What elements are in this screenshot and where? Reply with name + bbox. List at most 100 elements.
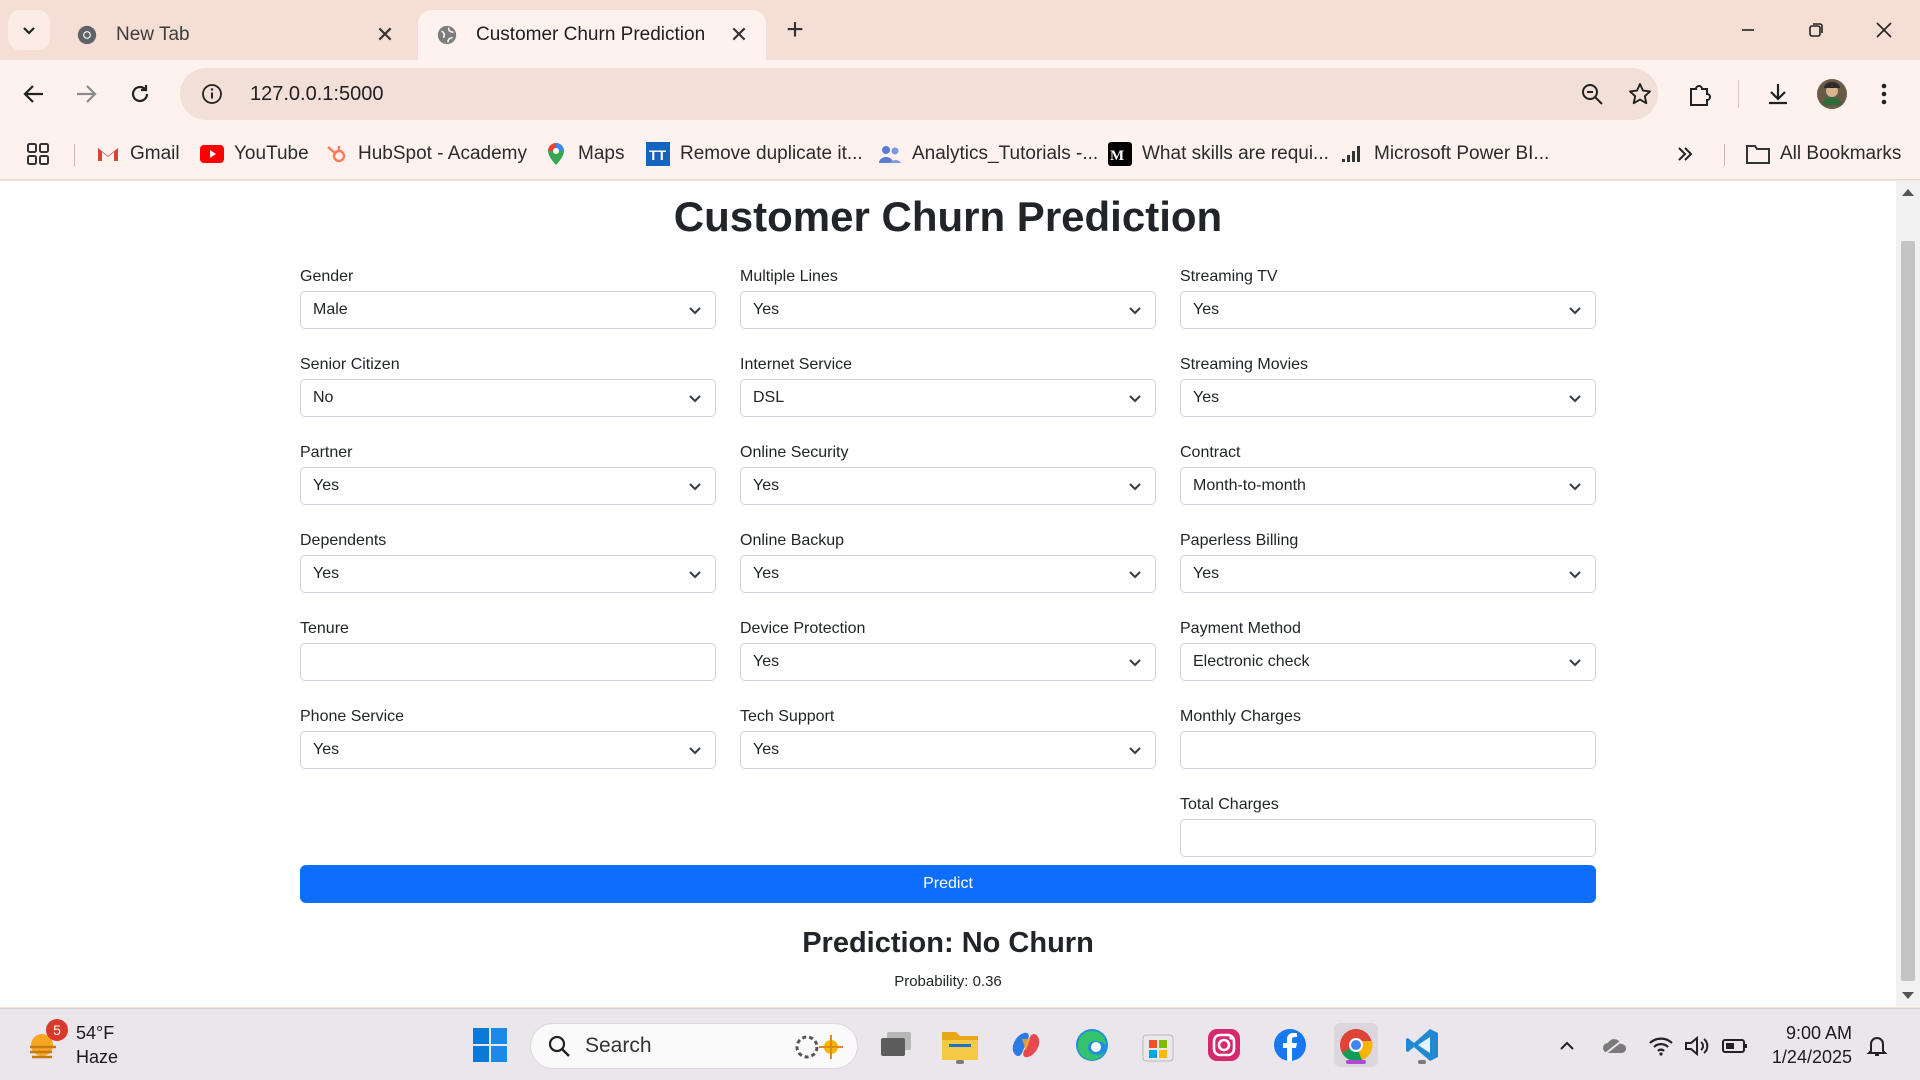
field-online-security: Online Security Yes [740, 443, 1156, 529]
start-button[interactable] [468, 1023, 512, 1067]
close-tab-icon[interactable]: ✕ [726, 22, 752, 48]
form-column-3: Streaming TV Yes Streaming Movies Yes Co… [1180, 265, 1596, 881]
vscode-button[interactable] [1400, 1023, 1444, 1067]
select-value: Yes [753, 477, 780, 494]
address-bar[interactable]: 127.0.0.1:5000 [180, 68, 1658, 120]
senior-citizen-select[interactable]: No [300, 379, 716, 417]
svg-text:M: M [1110, 148, 1124, 164]
show-hidden-icons-button[interactable] [1554, 1033, 1580, 1059]
bookmark-what-skills[interactable]: M What skills are requi... [1108, 138, 1329, 170]
taskbar-search[interactable]: Search [530, 1023, 858, 1069]
forward-button[interactable] [66, 74, 106, 114]
total-charges-input[interactable] [1180, 819, 1596, 857]
bookmark-power-bi[interactable]: Microsoft Power BI... [1340, 138, 1549, 170]
chevron-down-icon [1129, 395, 1141, 403]
form-column-1: Gender Male Senior Citizen No Partner Ye… [300, 265, 716, 881]
system-clock[interactable]: 9:00 AM 1/24/2025 [1766, 1021, 1852, 1069]
all-bookmarks-button[interactable]: All Bookmarks [1746, 138, 1901, 170]
weather-desc: Haze [76, 1047, 119, 1067]
field-label: Streaming TV [1180, 268, 1278, 285]
more-bookmarks-button[interactable] [1676, 138, 1694, 170]
bookmark-maps[interactable]: Maps [544, 138, 624, 170]
gender-select[interactable]: Male [300, 291, 716, 329]
streaming-movies-select[interactable]: Yes [1180, 379, 1596, 417]
downloads-button[interactable] [1758, 74, 1798, 114]
browser-toolbar: 127.0.0.1:5000 [0, 60, 1920, 128]
payment-method-select[interactable]: Electronic check [1180, 643, 1596, 681]
zoom-icon[interactable] [1572, 74, 1612, 114]
device-protection-select[interactable]: Yes [740, 643, 1156, 681]
bookmark-label: Remove duplicate it... [680, 143, 863, 164]
site-info-icon[interactable] [192, 74, 232, 114]
bookmark-divider [1724, 144, 1725, 166]
tab-search-button[interactable] [8, 10, 50, 50]
close-window-button[interactable] [1862, 12, 1906, 48]
profile-avatar[interactable] [1812, 74, 1852, 114]
bookmark-youtube[interactable]: YouTube [200, 138, 309, 170]
streaming-tv-select[interactable]: Yes [1180, 291, 1596, 329]
task-view-button[interactable] [874, 1023, 918, 1067]
phone-service-select[interactable]: Yes [300, 731, 716, 769]
internet-service-select[interactable]: DSL [740, 379, 1156, 417]
bookmark-analytics-tutorials[interactable]: Analytics_Tutorials -... [878, 138, 1098, 170]
reload-button[interactable] [120, 74, 160, 114]
tab-customer-churn[interactable]: Customer Churn Prediction ✕ [418, 10, 766, 60]
tab-new-tab[interactable]: New Tab ✕ [58, 10, 412, 60]
bookmark-star-icon[interactable] [1620, 74, 1660, 114]
select-value: Yes [313, 565, 340, 582]
weather-widget[interactable]: 5 54°F Haze [26, 1019, 119, 1069]
tech-support-select[interactable]: Yes [740, 731, 1156, 769]
edge-button[interactable] [1070, 1023, 1114, 1067]
volume-icon[interactable] [1684, 1033, 1710, 1059]
bookmark-label: Microsoft Power BI... [1374, 143, 1550, 164]
contract-select[interactable]: Month-to-month [1180, 467, 1596, 505]
partner-select[interactable]: Yes [300, 467, 716, 505]
bookmark-remove-duplicate[interactable]: TT Remove duplicate it... [646, 138, 863, 170]
scroll-down-arrow-icon[interactable] [1902, 992, 1914, 999]
wifi-icon[interactable] [1648, 1033, 1674, 1059]
online-security-select[interactable]: Yes [740, 467, 1156, 505]
scrollbar-thumb[interactable] [1901, 241, 1915, 981]
maps-icon [544, 142, 568, 166]
battery-icon[interactable] [1722, 1033, 1748, 1059]
store-button[interactable] [1136, 1023, 1180, 1067]
chevron-down-icon [23, 27, 35, 35]
predict-button[interactable]: Predict [300, 865, 1596, 903]
multiple-lines-select[interactable]: Yes [740, 291, 1156, 329]
copilot-button[interactable] [1004, 1023, 1048, 1067]
chrome-button[interactable] [1334, 1023, 1378, 1067]
bookmark-hubspot[interactable]: HubSpot - Academy [324, 138, 527, 170]
hubspot-icon [324, 142, 348, 166]
chevron-down-icon [1569, 483, 1581, 491]
select-value: Month-to-month [1193, 477, 1306, 494]
url-text[interactable]: 127.0.0.1:5000 [250, 83, 1658, 106]
new-tab-button[interactable]: + [778, 14, 812, 48]
clock-date: 1/24/2025 [1771, 1047, 1852, 1067]
menu-button[interactable] [1864, 74, 1904, 114]
chevron-down-icon [689, 483, 701, 491]
field-label: Online Backup [740, 532, 845, 549]
page-scrollbar[interactable] [1896, 181, 1920, 1007]
instagram-button[interactable] [1202, 1023, 1246, 1067]
apps-button[interactable] [26, 138, 50, 170]
search-label: Search [585, 1034, 652, 1057]
back-button[interactable] [14, 74, 54, 114]
notifications-bell-icon[interactable] [1864, 1033, 1890, 1059]
onedrive-icon[interactable] [1602, 1033, 1628, 1059]
field-label: Tech Support [740, 708, 835, 725]
facebook-button[interactable] [1268, 1023, 1312, 1067]
field-partner: Partner Yes [300, 443, 716, 529]
bookmark-gmail[interactable]: Gmail [96, 138, 180, 170]
online-backup-select[interactable]: Yes [740, 555, 1156, 593]
monthly-charges-input[interactable] [1180, 731, 1596, 769]
tenure-input[interactable] [300, 643, 716, 681]
restore-button[interactable] [1794, 12, 1838, 48]
scroll-up-arrow-icon[interactable] [1902, 189, 1914, 196]
extensions-button[interactable] [1680, 74, 1720, 114]
close-tab-icon[interactable]: ✕ [372, 22, 398, 48]
file-explorer-button[interactable] [938, 1023, 982, 1067]
minimize-button[interactable] [1726, 12, 1770, 48]
paperless-billing-select[interactable]: Yes [1180, 555, 1596, 593]
dependents-select[interactable]: Yes [300, 555, 716, 593]
chevron-down-icon [1569, 571, 1581, 579]
